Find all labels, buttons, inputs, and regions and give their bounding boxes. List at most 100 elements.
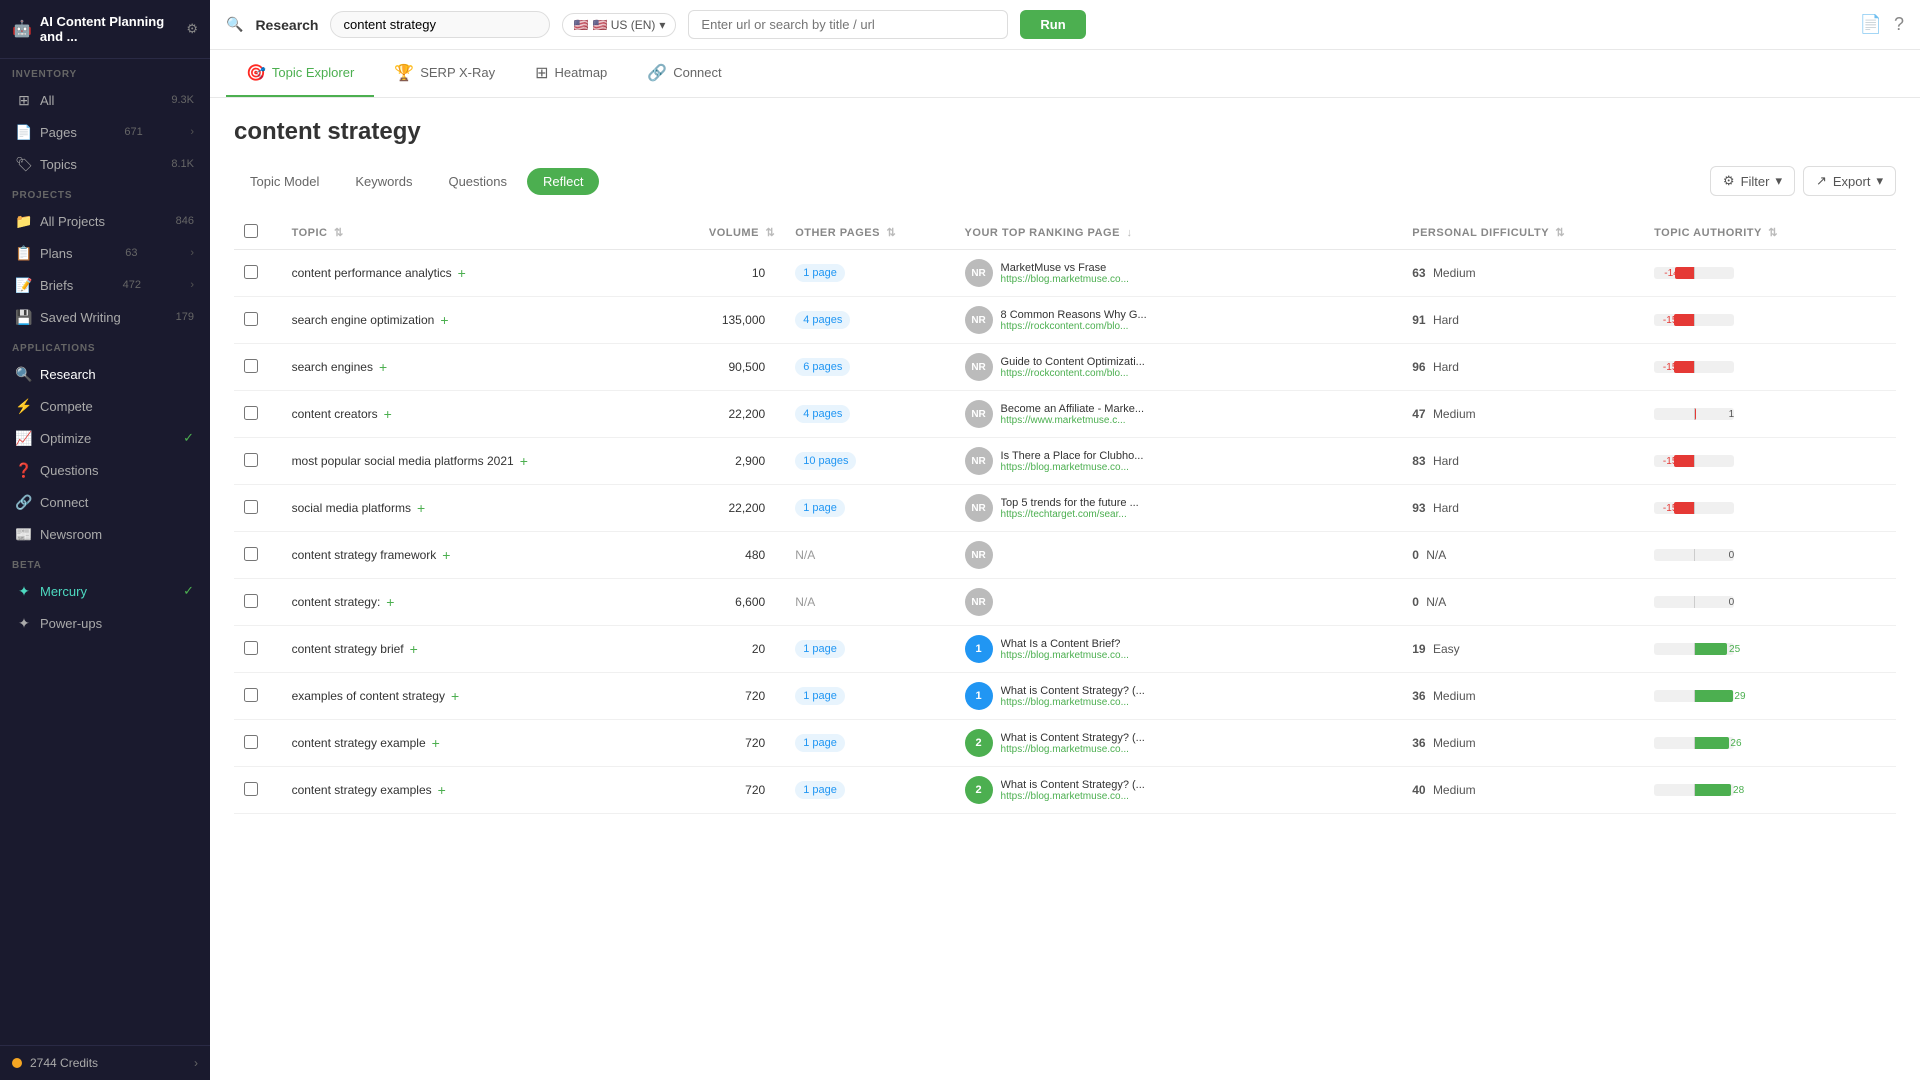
th-topic-label: TOPIC: [292, 227, 328, 239]
sidebar-item-topics[interactable]: 🏷 Topics 8.1K: [4, 149, 206, 179]
ranking-url[interactable]: https://blog.marketmuse.co...: [1001, 697, 1145, 708]
keyword-search-input[interactable]: [330, 11, 550, 38]
all-badge: 9.3K: [171, 94, 194, 106]
row-checkbox-2[interactable]: [244, 359, 258, 373]
sidebar-item-all-projects[interactable]: 📁 All Projects 846: [4, 206, 206, 236]
add-topic-icon[interactable]: +: [410, 641, 418, 657]
projects-section-label: PROJECTS: [0, 180, 210, 205]
th-ranking[interactable]: YOUR TOP RANKING PAGE ↓: [955, 216, 1403, 250]
row-checkbox-7[interactable]: [244, 594, 258, 608]
row-checkbox-10[interactable]: [244, 735, 258, 749]
add-topic-icon[interactable]: +: [379, 359, 387, 375]
add-topic-icon[interactable]: +: [384, 406, 392, 422]
sidebar-item-all[interactable]: ⊞ All 9.3K: [4, 85, 206, 115]
sidebar-item-newsroom[interactable]: 📰 Newsroom: [4, 519, 206, 549]
add-topic-icon[interactable]: +: [520, 453, 528, 469]
tab-connect[interactable]: 🔗 Connect: [627, 51, 741, 97]
th-difficulty[interactable]: PERSONAL DIFFICULTY ⇅: [1402, 216, 1644, 250]
ranking-url[interactable]: https://blog.marketmuse.co...: [1001, 650, 1129, 661]
th-other-pages[interactable]: OTHER PAGES ⇅: [785, 216, 954, 250]
th-topic-sort: ⇅: [334, 227, 344, 239]
row-checkbox-3[interactable]: [244, 406, 258, 420]
row-checkbox-1[interactable]: [244, 312, 258, 326]
ranking-title: Guide to Content Optimizati...: [1001, 356, 1145, 368]
tab-topic-explorer[interactable]: 🎯 Topic Explorer: [226, 51, 374, 97]
pages-badge: 1 page: [795, 781, 845, 799]
ranking-info: What is Content Strategy? (... https://b…: [1001, 685, 1145, 708]
th-volume[interactable]: VOLUME ⇅: [645, 216, 785, 250]
tab-serp-x-ray[interactable]: 🏆 SERP X-Ray: [374, 51, 515, 97]
add-topic-icon[interactable]: +: [417, 500, 425, 516]
th-authority-sort: ⇅: [1768, 227, 1778, 239]
row-checkbox-5[interactable]: [244, 500, 258, 514]
tab-heatmap[interactable]: ⊞ Heatmap: [515, 51, 627, 97]
nav-section-title: Research: [255, 17, 318, 33]
difficulty-cell: 40 Medium: [1402, 767, 1644, 814]
sidebar-item-plans[interactable]: 📋 Plans 63 ›: [4, 238, 206, 268]
row-checkbox-4[interactable]: [244, 453, 258, 467]
export-button[interactable]: ↗ Export ▾: [1803, 166, 1896, 196]
sidebar-item-connect[interactable]: 🔗 Connect: [4, 487, 206, 517]
add-topic-icon[interactable]: +: [432, 735, 440, 751]
ranking-url[interactable]: https://rockcontent.com/blo...: [1001, 368, 1145, 379]
add-topic-icon[interactable]: +: [451, 688, 459, 704]
row-checkbox-9[interactable]: [244, 688, 258, 702]
ranking-url[interactable]: https://techtarget.com/sear...: [1001, 509, 1139, 520]
sidebar-item-saved-writing[interactable]: 💾 Saved Writing 179: [4, 302, 206, 332]
topic-cell: content strategy framework +: [282, 532, 646, 579]
rank-avatar: 1: [965, 682, 993, 710]
topic-text: content creators: [292, 407, 378, 421]
diff-score: 83: [1412, 454, 1425, 468]
select-all-checkbox[interactable]: [244, 224, 258, 238]
credits-section[interactable]: 2744 Credits ›: [0, 1045, 210, 1080]
ranking-url[interactable]: https://blog.marketmuse.co...: [1001, 274, 1129, 285]
ranking-url[interactable]: https://rockcontent.com/blo...: [1001, 321, 1147, 332]
row-checkbox-11[interactable]: [244, 782, 258, 796]
topic-explorer-icon: 🎯: [246, 63, 266, 83]
sub-tab-topic-model[interactable]: Topic Model: [234, 168, 335, 195]
row-checkbox-8[interactable]: [244, 641, 258, 655]
url-search-input[interactable]: [688, 10, 1008, 39]
add-topic-icon[interactable]: +: [386, 594, 394, 610]
row-checkbox-6[interactable]: [244, 547, 258, 561]
topic-text: search engine optimization: [292, 313, 435, 327]
sidebar-item-questions[interactable]: ❓ Questions: [4, 455, 206, 485]
ranking-url[interactable]: https://blog.marketmuse.co...: [1001, 462, 1144, 473]
sidebar-item-mercury[interactable]: ✦ Mercury ✓: [4, 576, 206, 606]
run-button[interactable]: Run: [1020, 10, 1085, 39]
sub-tab-keywords[interactable]: Keywords: [339, 168, 428, 195]
ranking-url[interactable]: https://www.marketmuse.c...: [1001, 415, 1144, 426]
add-topic-icon[interactable]: +: [440, 312, 448, 328]
volume-cell: 135,000: [645, 297, 785, 344]
th-topic[interactable]: TOPIC ⇅: [282, 216, 646, 250]
topics-table: TOPIC ⇅ VOLUME ⇅ OTHER PAGES ⇅ YOUR TO: [234, 216, 1896, 814]
row-checkbox-0[interactable]: [244, 265, 258, 279]
th-authority[interactable]: TOPIC AUTHORITY ⇅: [1644, 216, 1896, 250]
help-icon[interactable]: ?: [1894, 14, 1904, 35]
pages-badge: 1 page: [795, 264, 845, 282]
settings-icon[interactable]: ⚙: [186, 21, 198, 37]
add-topic-icon[interactable]: +: [438, 782, 446, 798]
ranking-title: Is There a Place for Clubho...: [1001, 450, 1144, 462]
sub-tab-reflect[interactable]: Reflect: [527, 168, 599, 195]
th-ranking-label: YOUR TOP RANKING PAGE: [965, 227, 1120, 239]
sidebar-item-research[interactable]: 🔍 Research: [4, 359, 206, 389]
th-select-all[interactable]: [234, 216, 282, 250]
ranking-info: Become an Affiliate - Marke... https://w…: [1001, 403, 1144, 426]
add-topic-icon[interactable]: +: [458, 265, 466, 281]
sidebar-item-optimize[interactable]: 📈 Optimize ✓: [4, 423, 206, 453]
ranking-url[interactable]: https://blog.marketmuse.co...: [1001, 744, 1145, 755]
language-selector[interactable]: 🇺🇸 🇺🇸 US (EN) ▾: [562, 13, 676, 37]
difficulty-cell: 0 N/A: [1402, 532, 1644, 579]
sub-tab-questions[interactable]: Questions: [432, 168, 523, 195]
add-topic-icon[interactable]: +: [442, 547, 450, 563]
ranking-url[interactable]: https://blog.marketmuse.co...: [1001, 791, 1145, 802]
sidebar-item-briefs[interactable]: 📝 Briefs 472 ›: [4, 270, 206, 300]
sidebar-item-compete[interactable]: ⚡ Compete: [4, 391, 206, 421]
document-icon[interactable]: 📄: [1860, 14, 1882, 35]
sidebar-label-plans: Plans: [40, 246, 73, 261]
sidebar-item-power-ups[interactable]: ✦ Power-ups: [4, 608, 206, 638]
authority-cell: 0: [1644, 579, 1896, 626]
sidebar-item-pages[interactable]: 📄 Pages 671 ›: [4, 117, 206, 147]
filter-button[interactable]: ⚙ Filter ▾: [1710, 166, 1795, 196]
